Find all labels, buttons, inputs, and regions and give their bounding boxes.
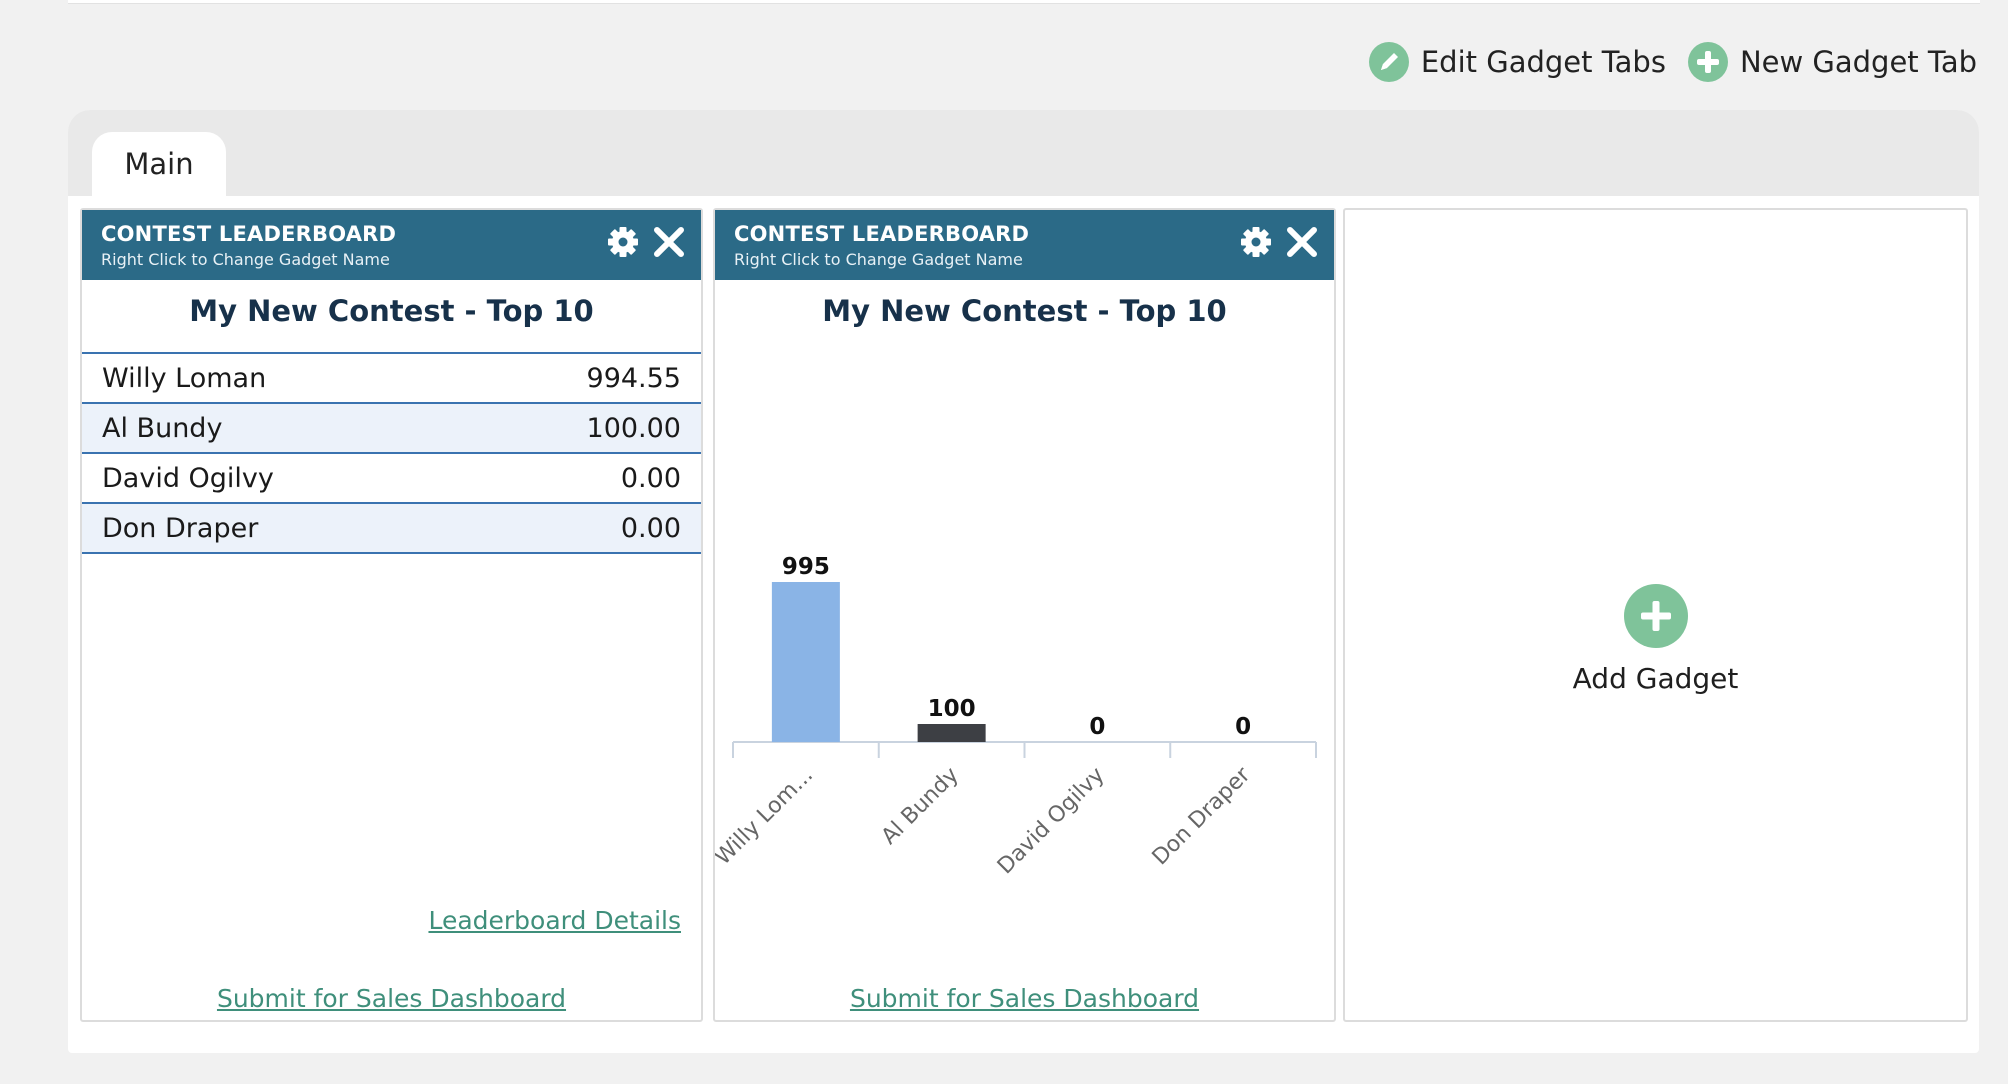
new-gadget-tab-label: New Gadget Tab xyxy=(1739,45,1977,79)
row-name: Willy Loman xyxy=(102,362,267,394)
row-value: 994.55 xyxy=(586,362,681,394)
x-tick-label: David Ogilvy xyxy=(993,763,1110,880)
bar-data-label: 995 xyxy=(782,554,830,580)
top-strip xyxy=(68,0,1980,4)
gadget-title: CONTEST LEADERBOARD xyxy=(734,222,1030,246)
gadget-subtitle: Right Click to Change Gadget Name xyxy=(734,250,1023,269)
leaderboard-table: Willy Loman 994.55 Al Bundy 100.00 David… xyxy=(82,352,701,554)
leaderboard-bar-chart: 995 Willy Lom... 100 Al Bundy 0 David Ogilvy 0… xyxy=(715,554,1317,880)
x-tick-label: Don Draper xyxy=(1148,762,1256,870)
table-row: David Ogilvy 0.00 xyxy=(82,454,701,504)
row-value: 0.00 xyxy=(620,512,681,544)
row-value: 100.00 xyxy=(586,412,681,444)
contest-title: My New Contest - Top 10 xyxy=(822,294,1227,328)
x-tick-label: Al Bundy xyxy=(877,763,964,850)
x-tick-label: Willy Lom... xyxy=(715,763,818,871)
close-icon[interactable] xyxy=(1284,224,1320,260)
plus-icon xyxy=(1623,584,1688,648)
submit-sales-dashboard-link[interactable]: Submit for Sales Dashboard xyxy=(82,984,701,1013)
row-value: 0.00 xyxy=(620,462,681,494)
gadget-header[interactable]: CONTEST LEADERBOARD Right Click to Chang… xyxy=(82,210,701,280)
bar-data-label: 100 xyxy=(928,696,976,722)
edit-gadget-tabs-button[interactable]: Edit Gadget Tabs xyxy=(1368,42,1666,82)
table-row: Don Draper 0.00 xyxy=(82,504,701,554)
chart-bar xyxy=(917,724,986,742)
add-gadget-panel[interactable]: Add Gadget xyxy=(1343,208,1968,1022)
gear-icon[interactable] xyxy=(605,224,641,260)
leaderboard-details-link[interactable]: Leaderboard Details xyxy=(428,906,681,935)
top-actions: Edit Gadget Tabs New Gadget Tab xyxy=(1368,40,1977,84)
row-name: Don Draper xyxy=(102,512,259,544)
tab-bar: Main xyxy=(68,110,1979,196)
gadget-board: Main CONTEST LEADERBOARD Right Click to … xyxy=(68,110,1979,1053)
submit-sales-dashboard-link[interactable]: Submit for Sales Dashboard xyxy=(715,984,1334,1013)
edit-gadget-tabs-label: Edit Gadget Tabs xyxy=(1420,45,1666,79)
tab-main[interactable]: Main xyxy=(92,132,226,196)
gadget-header[interactable]: CONTEST LEADERBOARD Right Click to Chang… xyxy=(715,210,1334,280)
leaderboard-table-gadget: CONTEST LEADERBOARD Right Click to Chang… xyxy=(80,208,703,1022)
add-gadget-label: Add Gadget xyxy=(1572,662,1739,695)
row-name: David Ogilvy xyxy=(102,462,274,494)
bar-data-label: 0 xyxy=(1235,714,1251,740)
add-gadget-button[interactable]: Add Gadget xyxy=(1345,584,1966,695)
table-row: Willy Loman 994.55 xyxy=(82,354,701,404)
bar-data-label: 0 xyxy=(1089,714,1105,740)
contest-title: My New Contest - Top 10 xyxy=(189,294,594,328)
new-gadget-tab-button[interactable]: New Gadget Tab xyxy=(1687,42,1977,82)
pencil-icon xyxy=(1368,42,1409,82)
close-icon[interactable] xyxy=(651,224,687,260)
leaderboard-chart-gadget: CONTEST LEADERBOARD Right Click to Chang… xyxy=(713,208,1336,1022)
gadget-subtitle: Right Click to Change Gadget Name xyxy=(101,250,390,269)
plus-icon xyxy=(1687,42,1728,82)
table-row: Al Bundy 100.00 xyxy=(82,404,701,454)
gadget-title: CONTEST LEADERBOARD xyxy=(101,222,397,246)
chart-bar xyxy=(771,582,840,742)
gear-icon[interactable] xyxy=(1238,224,1274,260)
row-name: Al Bundy xyxy=(102,412,223,444)
